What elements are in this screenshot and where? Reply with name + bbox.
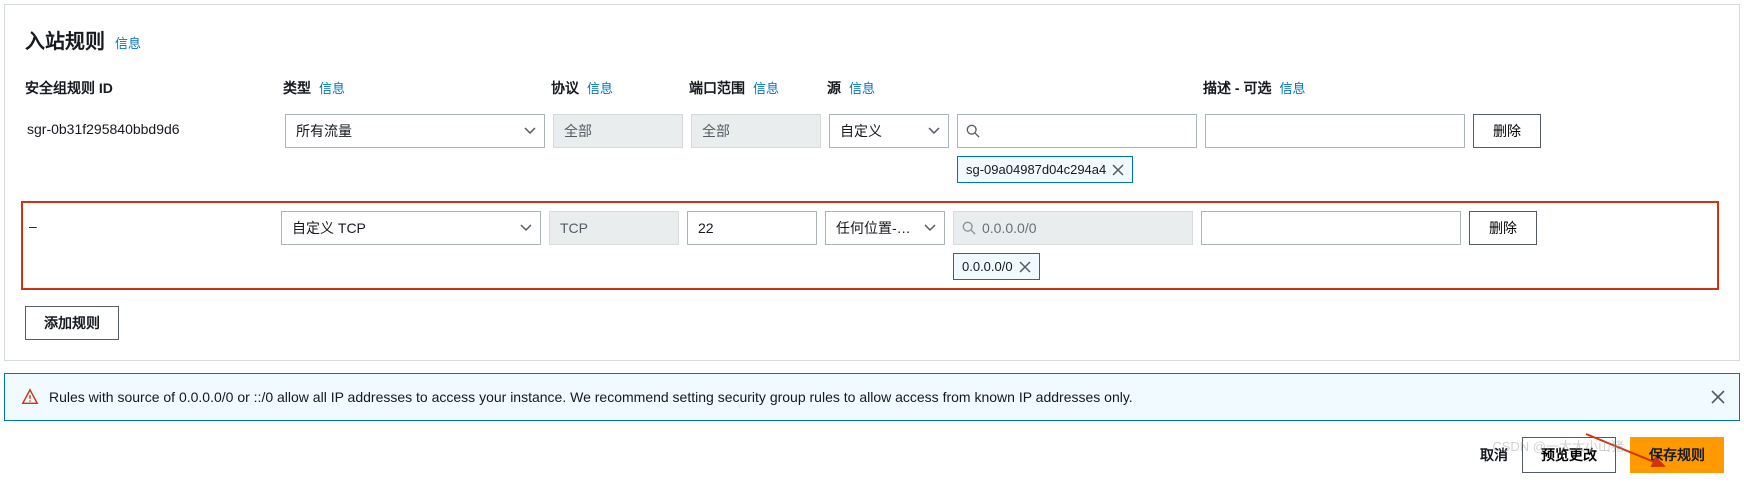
- chevron-down-icon: [520, 222, 532, 234]
- rule-row: sgr-0b31f295840bbd9d6 所有流量 全部 全部 自定义 sg-…: [25, 112, 1719, 185]
- protocol-input: TCP: [549, 211, 679, 245]
- description-input[interactable]: [1205, 114, 1465, 148]
- source-mode-select[interactable]: 任何位置-…: [825, 211, 945, 245]
- rule-row: – 自定义 TCP TCP 22 任何位置-… 0.0.0.0/0 0.0.0.…: [21, 201, 1719, 290]
- alert-text: Rules with source of 0.0.0.0/0 or ::/0 a…: [49, 389, 1133, 405]
- column-headers: 安全组规则 ID 类型信息 协议信息 端口范围信息 源信息 描述 - 可选信息: [25, 78, 1719, 98]
- port-range-input: 全部: [691, 114, 821, 148]
- panel-title: 入站规则: [25, 25, 105, 54]
- panel-header: 入站规则 信息: [25, 25, 1719, 54]
- rule-id-text: –: [29, 211, 273, 234]
- info-link[interactable]: 信息: [1279, 78, 1305, 97]
- delete-button[interactable]: 删除: [1473, 114, 1541, 148]
- source-mode-select[interactable]: 自定义: [829, 114, 949, 148]
- col-source: 源信息: [827, 78, 947, 98]
- col-protocol: 协议信息: [551, 78, 681, 98]
- cancel-button[interactable]: 取消: [1480, 445, 1508, 465]
- col-type: 类型信息: [283, 78, 543, 98]
- warning-alert: Rules with source of 0.0.0.0/0 or ::/0 a…: [4, 373, 1740, 421]
- preview-button[interactable]: 预览更改: [1522, 437, 1616, 473]
- delete-button[interactable]: 删除: [1469, 211, 1537, 245]
- close-icon[interactable]: [1112, 164, 1124, 176]
- chevron-down-icon: [928, 125, 940, 137]
- rule-id-text: sgr-0b31f295840bbd9d6: [27, 114, 277, 137]
- inbound-rules-panel: 入站规则 信息 安全组规则 ID 类型信息 协议信息 端口范围信息 源信息 描述…: [4, 4, 1740, 361]
- col-rule-id: 安全组规则 ID: [25, 78, 275, 98]
- chevron-down-icon: [524, 125, 536, 137]
- search-icon: [966, 124, 980, 138]
- type-select[interactable]: 所有流量: [285, 114, 545, 148]
- source-search-input: 0.0.0.0/0: [953, 211, 1193, 245]
- protocol-input: 全部: [553, 114, 683, 148]
- type-select[interactable]: 自定义 TCP: [281, 211, 541, 245]
- description-input[interactable]: [1201, 211, 1461, 245]
- info-link[interactable]: 信息: [115, 33, 141, 52]
- col-port: 端口范围信息: [689, 78, 819, 98]
- port-range-input[interactable]: 22: [687, 211, 817, 245]
- col-description: 描述 - 可选信息: [1203, 78, 1463, 98]
- source-search-input[interactable]: [957, 114, 1197, 148]
- info-link[interactable]: 信息: [587, 78, 613, 97]
- close-icon[interactable]: [1711, 390, 1725, 404]
- search-icon: [962, 221, 976, 235]
- save-button[interactable]: 保存规则: [1630, 437, 1724, 473]
- chevron-down-icon: [924, 222, 936, 234]
- source-tag: 0.0.0.0/0: [953, 253, 1040, 280]
- info-link[interactable]: 信息: [849, 78, 875, 97]
- source-tag: sg-09a04987d04c294a4: [957, 156, 1133, 183]
- add-rule-row: 添加规则: [25, 306, 1719, 340]
- close-icon[interactable]: [1019, 261, 1031, 273]
- info-link[interactable]: 信息: [753, 78, 779, 97]
- actions-bar: 取消 预览更改 保存规则: [0, 421, 1744, 483]
- info-link[interactable]: 信息: [319, 78, 345, 97]
- add-rule-button[interactable]: 添加规则: [25, 306, 119, 340]
- warning-icon: [21, 388, 39, 406]
